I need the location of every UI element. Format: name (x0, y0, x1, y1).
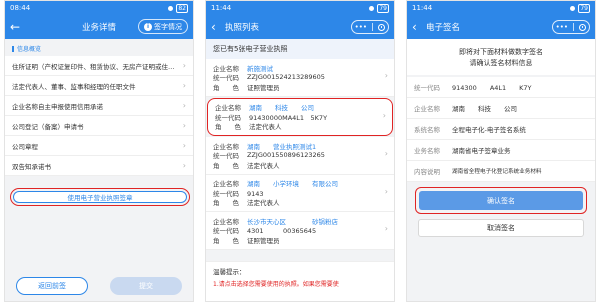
chevron-right-icon: › (384, 224, 388, 233)
list-item[interactable]: 双告知承诺书 › (5, 156, 193, 176)
chevron-right-icon: › (182, 61, 186, 70)
sign-status-button[interactable]: i 签字情况 (138, 19, 188, 34)
status-bar: 08:44 82 (5, 1, 193, 15)
sign-header: 即将对下面材料做数字签名 请确认签名材料信息 (407, 39, 595, 75)
status-time: 11:44 (211, 4, 232, 12)
section-bar-icon (12, 45, 14, 52)
miniapp-capsule[interactable]: ••• (552, 20, 590, 34)
info-row: 业务名称 湖南省电子签章业务 (407, 140, 595, 161)
material-list: 住所证明（产权证复印件、租赁协议、无房产证明或住… › 法定代表人、董事、监事和经… (5, 56, 193, 176)
back-sign-button[interactable]: 返回前签 (16, 277, 88, 295)
license-card[interactable]: 企业名称 新施测试 统一代码 ZZJG001524213289605 角 色证照管理… (206, 59, 394, 97)
close-target-icon[interactable] (579, 23, 587, 31)
back-chevron-icon[interactable]: ‹ (211, 15, 225, 39)
navbar: ‹ 执照列表 ••• (206, 15, 394, 39)
page-title: 电子签名 (426, 23, 461, 33)
list-item[interactable]: 法定代表人、董事、监事和经理的任职文件 › (5, 76, 193, 96)
list-item[interactable]: 企业名称自主申报使用信用承诺 › (5, 96, 193, 116)
wifi-icon (570, 5, 576, 11)
license-card[interactable]: 企业名称 湖南 小学环境 有限公司 统一代码 9143 角 色法定代表人 › (206, 174, 394, 212)
sign-info-list: 统一代码 914300 A4L1 K7Y 企业名称 湖南 科技 公司 系统名称 全程电… (407, 77, 595, 182)
phone-business-detail: 08:44 82 ← 业务详情 i 签字情况 信息概览 住所证明（产权证复印件、… (4, 0, 194, 302)
chevron-right-icon: › (384, 149, 388, 158)
license-card[interactable]: 企业名称 长沙市天心区 砂锅粉店 统一代码 4301 00365645 角 色证照管… (206, 212, 394, 250)
battery-icon: 82 (176, 3, 188, 13)
phone-e-signature: 11:44 79 ‹ 电子签名 ••• 即将对下面材料做数字签名 请确认签名材料… (406, 0, 596, 302)
submit-button[interactable]: 提交 (110, 277, 182, 295)
status-time: 11:44 (412, 4, 433, 12)
list-item[interactable]: 公司登记（备案）申请书 › (5, 116, 193, 136)
status-bar: 11:44 79 (407, 1, 595, 15)
chevron-right-icon: › (182, 141, 186, 150)
chevron-right-icon: › (182, 161, 186, 170)
info-row: 系统名称 全程电子化-电子签名系统 (407, 119, 595, 140)
info-icon: i (144, 22, 152, 31)
list-item[interactable]: 公司章程 › (5, 136, 193, 156)
chevron-right-icon: › (384, 186, 388, 196)
chevron-right-icon: › (382, 110, 386, 120)
phone-license-list: 11:44 79 ‹ 执照列表 ••• 您已有5张电子营业执照 企业名称 新施测试… (205, 0, 395, 302)
chevron-right-icon: › (384, 71, 388, 80)
wifi-icon (168, 5, 174, 11)
bottom-bar: 返回前签 提交 (5, 271, 193, 301)
status-bar: 11:44 79 (206, 1, 394, 15)
highlight-box: 确认签名 (415, 187, 587, 214)
confirm-sign-button[interactable]: 确认签名 (419, 191, 583, 210)
wifi-icon (369, 5, 375, 11)
chevron-right-icon: › (182, 101, 186, 110)
battery-icon: 79 (578, 3, 590, 13)
close-target-icon[interactable] (378, 23, 386, 31)
license-count-notice: 您已有5张电子营业执照 (206, 39, 394, 59)
sign-header-line2: 请确认签名材料信息 (469, 59, 533, 67)
section-header: 信息概览 (5, 39, 193, 56)
info-row: 企业名称 湖南 科技 公司 (407, 98, 595, 119)
sign-header-line1: 即将对下面材料做数字签名 (459, 48, 543, 56)
license-card[interactable]: 企业名称 湖南 营业执照测试1 统一代码 ZZJG001550896123265 角… (206, 137, 394, 175)
highlight-box: 使用电子营业执照签章 (10, 188, 190, 206)
tips-panel: 温馨提示： 1.请点击选择您需要使用的执照。如果您需要使 (206, 261, 394, 301)
more-icon[interactable]: ••• (355, 23, 367, 31)
navbar: ‹ 电子签名 ••• (407, 15, 595, 39)
info-row: 统一代码 914300 A4L1 K7Y (407, 77, 595, 98)
cancel-sign-button[interactable]: 取消签名 (418, 219, 584, 237)
back-chevron-icon[interactable]: ‹ (412, 15, 426, 39)
status-time: 08:44 (10, 4, 31, 12)
license-card-selected[interactable]: 企业名称 湖南 科技 公司 统一代码 91430000MA4L1 5K7Y 角 色法… (207, 97, 393, 136)
page-title: 执照列表 (225, 23, 260, 33)
list-item[interactable]: 住所证明（产权证复印件、租赁协议、无房产证明或住… › (5, 56, 193, 76)
more-icon[interactable]: ••• (556, 23, 568, 31)
battery-icon: 79 (377, 3, 389, 13)
navbar: ← 业务详情 i 签字情况 (5, 15, 193, 39)
use-e-license-sign-button[interactable]: 使用电子营业执照签章 (13, 191, 187, 203)
tips-title: 温馨提示： (213, 268, 246, 276)
chevron-right-icon: › (182, 81, 186, 90)
tip-text: 1.请点击选择您需要使用的执照。如果您需要使 (213, 281, 339, 288)
chevron-right-icon: › (182, 121, 186, 130)
back-arrow-icon[interactable]: ← (10, 15, 24, 39)
info-row: 内容说明 湖南省全程电子化登记系统业务材料 (407, 161, 595, 182)
section-title: 信息概览 (17, 46, 42, 53)
sign-status-label: 签字情况 (154, 22, 182, 31)
miniapp-capsule[interactable]: ••• (351, 20, 389, 34)
